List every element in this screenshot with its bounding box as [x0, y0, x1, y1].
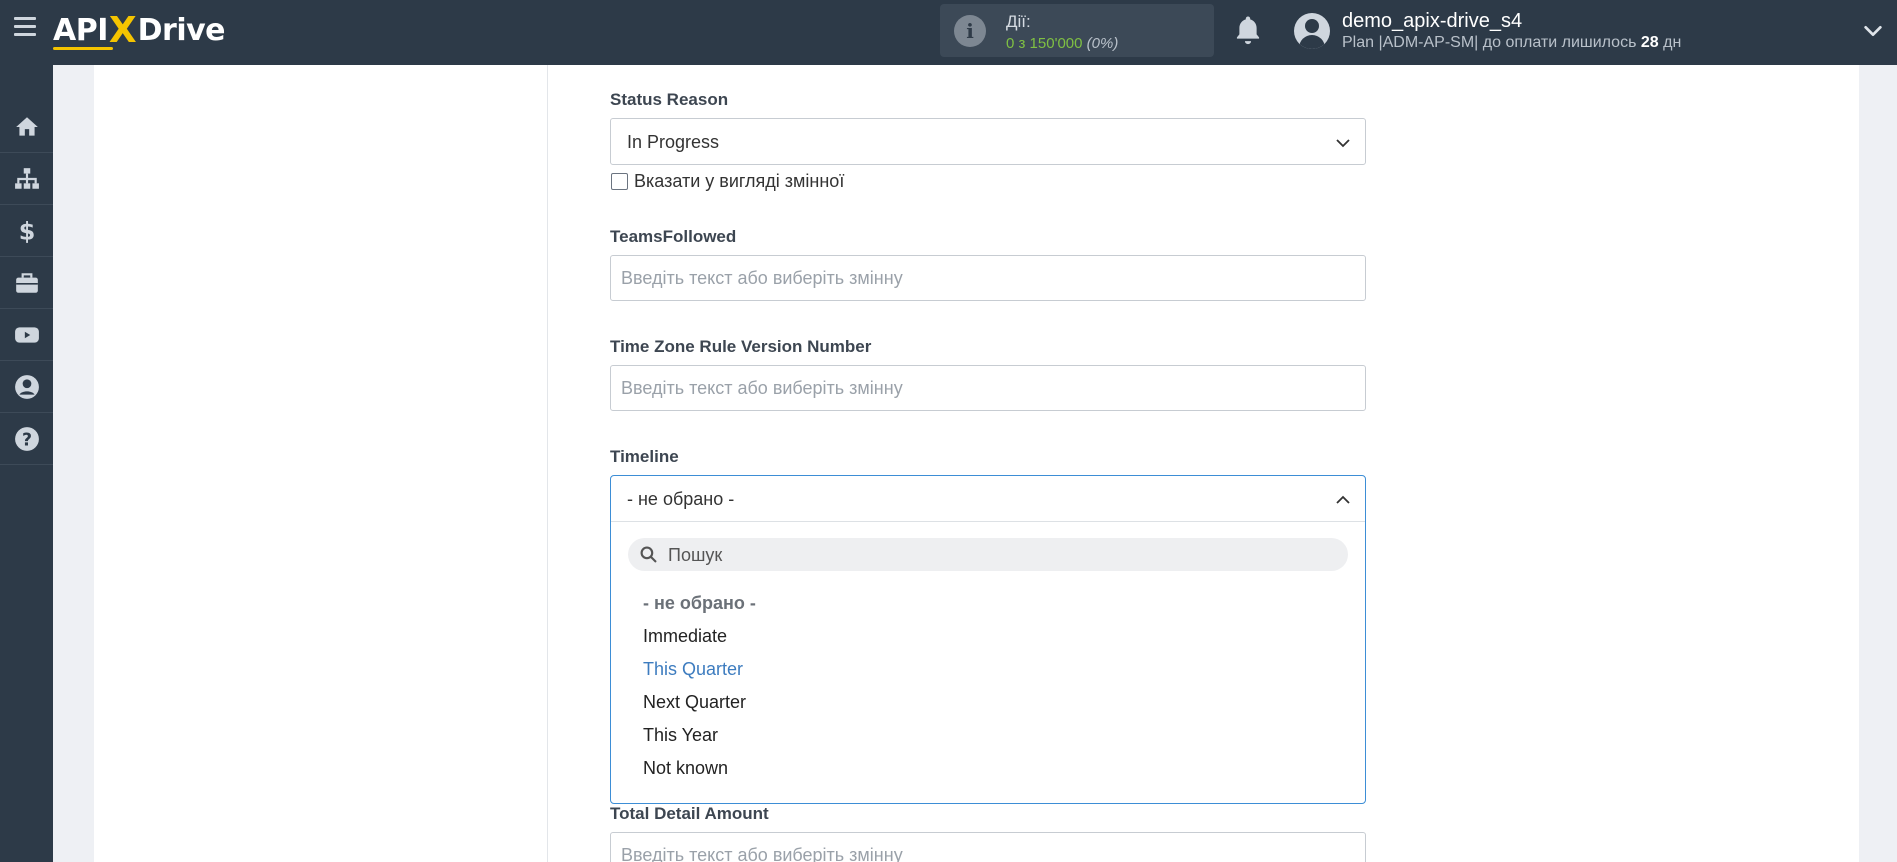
sidebar-item-services[interactable] [0, 257, 53, 309]
sidebar-item-help[interactable]: ? [0, 413, 53, 465]
logo-underline [53, 47, 113, 50]
user-avatar[interactable] [1294, 13, 1330, 49]
status-reason-variable-checkbox[interactable] [611, 173, 628, 190]
tz-rule-label: Time Zone Rule Version Number [610, 337, 872, 356]
sidebar-item-home[interactable] [0, 101, 53, 153]
top-bar: API X Drive i Дії: 0 з 150'000 (0%) demo… [0, 0, 1897, 65]
bell-icon[interactable] [1233, 14, 1263, 46]
user-circle-icon [14, 374, 39, 399]
help-icon: ? [14, 426, 39, 451]
timeline-select[interactable]: - не обрано - [611, 476, 1365, 522]
chevron-up-icon [1336, 495, 1350, 504]
plan-suffix: дн [1658, 34, 1682, 51]
status-reason-variable-label: Вказати у вигляді змінної [634, 171, 845, 191]
sidebar-item-connections[interactable] [0, 153, 53, 205]
status-reason-select[interactable]: In Progress [610, 118, 1366, 165]
youtube-icon [14, 326, 39, 343]
actions-value: 0 з 150'000 (0%) [1006, 35, 1118, 52]
home-icon [15, 116, 38, 136]
timeline-value: - не обрано - [627, 489, 735, 509]
timeline-dropdown[interactable]: - не обрано - - не обрано - Immediate Th… [610, 475, 1366, 804]
search-icon [640, 546, 657, 563]
left-column [94, 65, 548, 862]
logo-text-right: Drive [137, 12, 226, 48]
apix-drive-logo[interactable]: API X Drive [53, 9, 226, 51]
user-plan: Plan |ADM-AP-SM| до оплати лишилось 28 д… [1342, 34, 1681, 52]
timeline-option[interactable]: This Year [643, 725, 718, 746]
svg-text:$: $ [18, 218, 35, 244]
logo-text-left: API [53, 12, 108, 48]
teams-followed-label: TeamsFollowed [610, 227, 737, 246]
menu-icon[interactable] [14, 17, 36, 37]
actions-percent: (0%) [1086, 35, 1119, 52]
status-reason-variable-row[interactable]: Вказати у вигляді змінної [611, 171, 844, 192]
info-icon: i [954, 15, 986, 47]
actions-counter[interactable]: i Дії: 0 з 150'000 (0%) [940, 4, 1214, 57]
actions-count: 0 з 150'000 [1006, 35, 1083, 52]
actions-label: Дії: [1006, 12, 1031, 31]
timeline-option[interactable]: Immediate [643, 626, 727, 647]
chevron-down-icon [1336, 139, 1350, 148]
sidebar-item-video[interactable] [0, 309, 53, 361]
svg-text:?: ? [21, 430, 31, 450]
briefcase-icon [15, 272, 38, 293]
status-reason-value: In Progress [627, 132, 720, 152]
chevron-down-icon[interactable] [1862, 20, 1884, 42]
plan-days: 28 [1640, 34, 1659, 51]
total-detail-amount-input[interactable] [610, 832, 1366, 862]
plan-prefix: Plan |ADM-AP-SM| до оплати лишилось [1342, 34, 1641, 51]
timeline-option[interactable]: This Quarter [643, 659, 743, 680]
sidebar-item-profile[interactable] [0, 361, 53, 413]
timeline-search[interactable] [628, 538, 1348, 571]
timeline-search-input[interactable] [668, 543, 1328, 567]
teams-followed-input[interactable] [610, 255, 1366, 301]
sitemap-icon [14, 167, 39, 189]
dollar-icon: $ [18, 218, 35, 244]
sidebar-item-billing[interactable]: $ [0, 205, 53, 257]
logo-text-x: X [108, 9, 137, 51]
timeline-option[interactable]: - не обрано - [643, 593, 756, 614]
timeline-label: Timeline [610, 447, 679, 466]
total-detail-amount-label: Total Detail Amount [610, 804, 769, 823]
status-reason-label: Status Reason [610, 90, 729, 109]
timeline-option[interactable]: Not known [643, 758, 728, 779]
sidebar: $ ? [0, 65, 53, 862]
tz-rule-input[interactable] [610, 365, 1366, 411]
user-name[interactable]: demo_apix-drive_s4 [1342, 10, 1522, 33]
timeline-option[interactable]: Next Quarter [643, 692, 746, 713]
